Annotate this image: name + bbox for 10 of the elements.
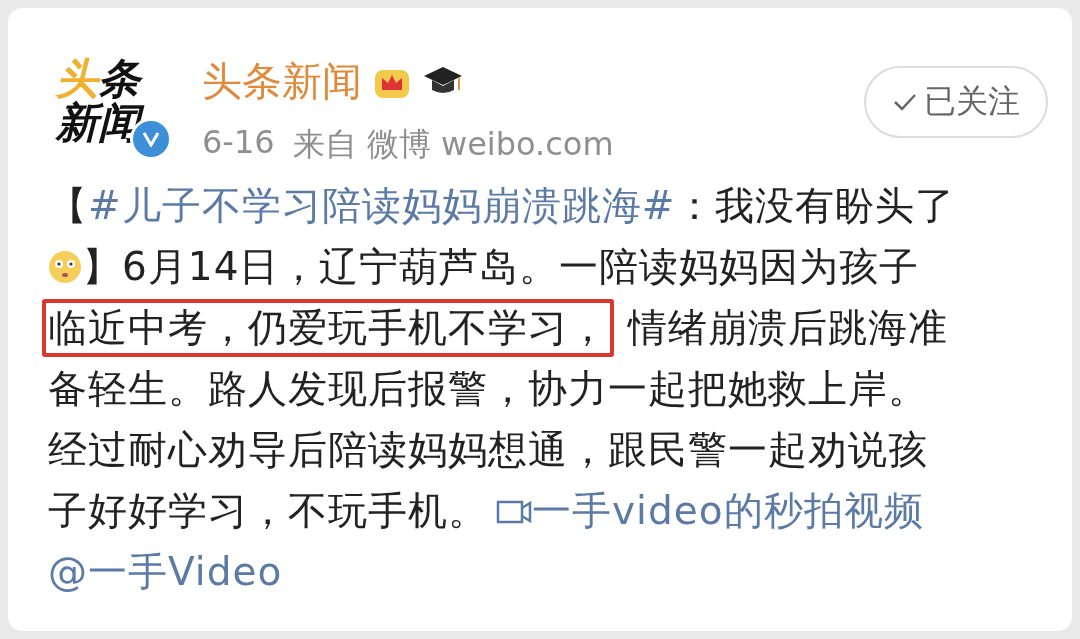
post-source: 来自 微博 weibo.com <box>292 124 614 165</box>
post-date: 6-16 <box>202 123 275 163</box>
highlight-frame: 临近中考，仍爱玩手机不学习， <box>42 299 614 357</box>
hashtag-link[interactable]: #儿子不学习陪读妈妈崩溃跳海# <box>88 183 676 228</box>
video-link[interactable]: 一手video的秒拍视频 <box>488 488 924 533</box>
mention-link[interactable]: @一手Video <box>48 549 283 594</box>
video-icon <box>496 498 532 526</box>
emoji-icon <box>48 250 82 284</box>
author-name[interactable]: 头条新闻 <box>202 54 362 109</box>
follow-button[interactable]: 已关注 <box>864 66 1048 138</box>
